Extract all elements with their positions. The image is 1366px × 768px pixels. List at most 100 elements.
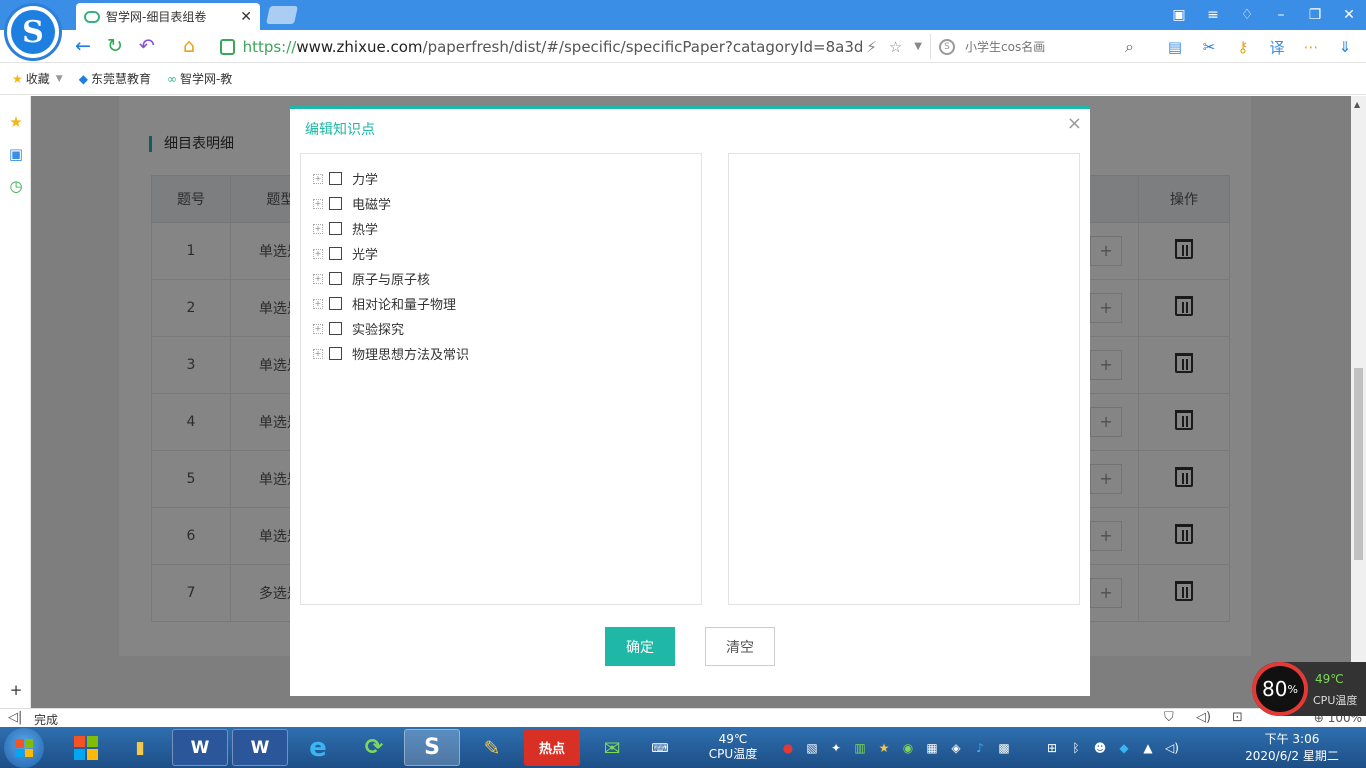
tree-item[interactable]: + 力学: [301, 166, 701, 191]
tree-item[interactable]: + 物理思想方法及常识: [301, 341, 701, 366]
browser-tab-active[interactable]: 智学网-细目表组卷 ✕: [76, 3, 260, 30]
word-icon-2[interactable]: W: [232, 729, 288, 766]
tray-app-icon-11[interactable]: ◆: [1116, 740, 1132, 756]
tray-app-icon-1[interactable]: ●: [780, 740, 796, 756]
bookmark-zhixue[interactable]: ∞ 智学网-教: [167, 70, 232, 87]
home-icon[interactable]: ⌂: [176, 34, 202, 58]
word-icon[interactable]: W: [172, 729, 228, 766]
tray-app-icon-12[interactable]: ▲: [1140, 740, 1156, 756]
volume-icon[interactable]: ◁): [1164, 740, 1180, 756]
speaker-icon[interactable]: ◁): [1196, 710, 1211, 725]
tree-item[interactable]: + 相对论和量子物理: [301, 291, 701, 316]
expand-plus-icon[interactable]: +: [313, 273, 323, 284]
favorites-star-icon[interactable]: ★: [6, 112, 26, 132]
scissors-icon[interactable]: ✂: [1198, 36, 1220, 58]
tray-app-icon-6[interactable]: ◉: [900, 740, 916, 756]
clear-button[interactable]: 清空: [705, 627, 775, 666]
keyboard-icon[interactable]: ⌨: [651, 740, 668, 756]
download-tray-icon[interactable]: ⊡: [1232, 710, 1243, 725]
cpu-monitor-widget[interactable]: 80% 49℃ CPU温度: [1252, 662, 1366, 716]
tray-app-icon-7[interactable]: ▦: [924, 740, 940, 756]
skin-icon[interactable]: ♢: [1230, 0, 1264, 30]
undo-icon[interactable]: ↶: [134, 34, 160, 58]
reader-icon[interactable]: ▣: [6, 144, 26, 164]
more-icon[interactable]: ⋯: [1300, 36, 1322, 58]
expand-plus-icon[interactable]: +: [313, 198, 323, 209]
tray-app-icon-4[interactable]: ▥: [852, 740, 868, 756]
tray-app-icon-2[interactable]: ▧: [804, 740, 820, 756]
tab-close-icon[interactable]: ✕: [240, 9, 252, 25]
sidebar-toggle-icon[interactable]: ◁|: [8, 710, 22, 725]
hot-news-icon[interactable]: 热点: [524, 729, 580, 766]
tree-item[interactable]: + 热学: [301, 216, 701, 241]
expand-plus-icon[interactable]: +: [313, 348, 323, 359]
checkbox[interactable]: [329, 197, 342, 210]
taskbar-app-tiles[interactable]: [58, 729, 114, 766]
sogou-browser-logo[interactable]: S: [4, 3, 62, 61]
add-icon[interactable]: +: [6, 680, 26, 700]
close-window-icon[interactable]: ✕: [1332, 0, 1366, 30]
menu-icon[interactable]: ≡: [1196, 0, 1230, 30]
checkbox[interactable]: [329, 172, 342, 185]
file-explorer-icon[interactable]: ▮: [112, 729, 168, 766]
expand-plus-icon[interactable]: +: [313, 173, 323, 184]
bookmark-favorites[interactable]: ★ 收藏 ▼: [12, 70, 63, 87]
network-icon[interactable]: ⊞: [1044, 740, 1060, 756]
checkbox[interactable]: [329, 322, 342, 335]
wechat-icon[interactable]: ✉: [584, 729, 640, 766]
start-button[interactable]: [4, 728, 44, 768]
vertical-scrollbar[interactable]: ▲: [1351, 96, 1366, 708]
tray-app-icon-5[interactable]: ★: [876, 740, 892, 756]
tree-item-label: 物理思想方法及常识: [352, 348, 470, 363]
translate-icon[interactable]: 译: [1266, 36, 1288, 58]
search-box[interactable]: S ⌕: [930, 34, 1156, 59]
star-icon[interactable]: ☆: [889, 38, 902, 56]
expand-plus-icon[interactable]: +: [313, 298, 323, 309]
lightning-icon[interactable]: ⚡: [866, 38, 877, 56]
checkbox[interactable]: [329, 297, 342, 310]
tray-app-icon-8[interactable]: ◈: [948, 740, 964, 756]
tray-app-icon-3[interactable]: ✦: [828, 740, 844, 756]
close-icon[interactable]: ×: [1067, 113, 1082, 134]
scroll-thumb[interactable]: [1354, 368, 1363, 560]
refresh-icon[interactable]: ↻: [102, 34, 128, 58]
search-icon[interactable]: ⌕: [1125, 37, 1134, 57]
scroll-up-icon[interactable]: ▲: [1354, 100, 1360, 109]
key-icon[interactable]: ⚷: [1232, 36, 1254, 58]
tray-app-icon-9[interactable]: ♪: [972, 740, 988, 756]
tray-app-icon-10[interactable]: ▩: [996, 740, 1012, 756]
minimize-icon[interactable]: –: [1264, 0, 1298, 30]
confirm-button[interactable]: 确定: [605, 627, 675, 666]
extension-icon[interactable]: ▤: [1164, 36, 1186, 58]
ie-icon[interactable]: e: [290, 729, 346, 766]
modal-title: 编辑知识点: [305, 122, 375, 138]
expand-plus-icon[interactable]: +: [313, 323, 323, 334]
url-bar[interactable]: https:// www.zhixue.com /paperfresh/dist…: [212, 34, 922, 59]
tree-item[interactable]: + 实验探究: [301, 316, 701, 341]
tree-item[interactable]: + 原子与原子核: [301, 266, 701, 291]
expand-plus-icon[interactable]: +: [313, 223, 323, 234]
qq-icon[interactable]: ☻: [1092, 740, 1108, 756]
checkbox[interactable]: [329, 272, 342, 285]
restore-icon[interactable]: ❐: [1298, 0, 1332, 30]
checkbox[interactable]: [329, 222, 342, 235]
dropdown-arrow-icon[interactable]: ▼: [914, 41, 922, 52]
tab-count-icon[interactable]: ▣: [1162, 0, 1196, 30]
new-tab-button[interactable]: [266, 6, 298, 24]
bookmark-dongguan[interactable]: ◆ 东莞慧教育: [79, 70, 151, 87]
history-clock-icon[interactable]: ◷: [6, 176, 26, 196]
download-icon[interactable]: ⇓: [1334, 36, 1356, 58]
bluetooth-icon[interactable]: ᛒ: [1068, 740, 1084, 756]
sogou-browser-taskbar-icon[interactable]: S: [404, 729, 460, 766]
sync-app-icon[interactable]: ⟳: [346, 729, 402, 766]
checkbox[interactable]: [329, 247, 342, 260]
shield-icon[interactable]: ⛉: [1164, 710, 1174, 725]
tree-item[interactable]: + 光学: [301, 241, 701, 266]
paint-icon[interactable]: ✎: [464, 729, 520, 766]
checkbox[interactable]: [329, 347, 342, 360]
back-arrow-icon[interactable]: ←: [70, 34, 96, 58]
tree-item[interactable]: + 电磁学: [301, 191, 701, 216]
expand-plus-icon[interactable]: +: [313, 248, 323, 259]
taskbar-clock[interactable]: 下午 3:06 2020/6/2 星期二: [1240, 731, 1344, 765]
search-input[interactable]: [965, 39, 1125, 54]
